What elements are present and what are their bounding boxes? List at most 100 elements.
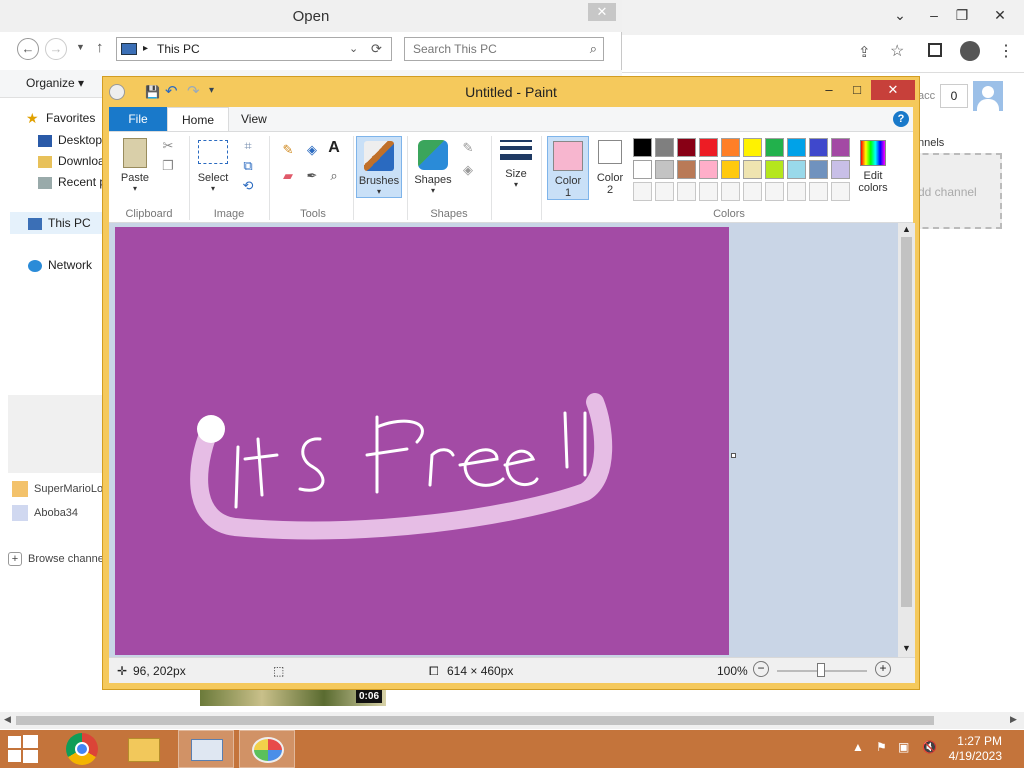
palette-swatch[interactable] — [765, 182, 784, 201]
palette-swatch[interactable] — [831, 138, 850, 157]
palette-swatch[interactable] — [721, 182, 740, 201]
palette-swatch[interactable] — [699, 182, 718, 201]
chevron-down-icon[interactable]: ⌄ — [884, 4, 916, 26]
scroll-left-icon[interactable]: ◀ — [4, 714, 11, 725]
palette-swatch[interactable] — [831, 182, 850, 201]
palette-swatch[interactable] — [633, 182, 652, 201]
color1-button[interactable]: Color 1 — [547, 136, 589, 200]
taskbar-file-explorer[interactable] — [116, 730, 172, 768]
close-button[interactable]: ✕ — [871, 80, 915, 100]
resize-icon[interactable]: ⧉ — [239, 158, 257, 174]
tree-item-recent[interactable]: Recent places — [38, 175, 108, 189]
list-item[interactable]: SuperMarioLogan — [12, 481, 107, 497]
palette-swatch[interactable] — [743, 138, 762, 157]
zoom-out-button[interactable]: − — [753, 661, 769, 677]
palette-swatch[interactable] — [787, 138, 806, 157]
maximize-button[interactable]: □ — [843, 80, 871, 100]
palette-swatch[interactable] — [765, 138, 784, 157]
color-picker-icon[interactable]: ✒ — [303, 168, 321, 184]
up-button[interactable]: ↑ — [96, 39, 104, 56]
zoom-slider-thumb[interactable] — [817, 663, 825, 677]
palette-swatch[interactable] — [721, 160, 740, 179]
restore-button[interactable]: ❐ — [946, 4, 978, 26]
vertical-scrollbar[interactable]: ▲ ▼ — [898, 223, 915, 657]
clock[interactable]: 1:27 PM 4/19/2023 — [949, 734, 1002, 764]
fill-bucket-icon[interactable]: ◈ — [303, 142, 321, 158]
palette-swatch[interactable] — [699, 160, 718, 179]
rotate-icon[interactable]: ⟲ — [239, 178, 257, 194]
shapes-button[interactable]: Shapes ▾ — [413, 140, 453, 195]
palette-swatch[interactable] — [809, 160, 828, 179]
horizontal-scrollbar[interactable]: ◀ ▶ — [0, 712, 1024, 729]
palette-swatch[interactable] — [655, 138, 674, 157]
search-input[interactable]: Search This PC ⌕ — [404, 37, 604, 61]
select-button[interactable]: Select ▾ — [193, 140, 233, 193]
crop-icon[interactable]: ⌗ — [239, 138, 257, 154]
palette-swatch[interactable] — [721, 138, 740, 157]
outline-icon[interactable]: ✎ — [459, 140, 477, 156]
palette-swatch[interactable] — [677, 138, 696, 157]
palette-swatch[interactable] — [677, 160, 696, 179]
resize-handle[interactable] — [731, 453, 736, 458]
tree-item-network[interactable]: Network — [28, 258, 92, 272]
tab-home[interactable]: Home — [167, 107, 230, 131]
show-hidden-icons[interactable]: ▲ — [852, 740, 864, 754]
kebab-menu-icon[interactable]: ⋮ — [998, 41, 1014, 61]
start-button[interactable] — [8, 735, 38, 763]
scroll-up-icon[interactable]: ▲ — [902, 224, 911, 234]
palette-swatch[interactable] — [743, 160, 762, 179]
network-icon[interactable]: ▣ — [898, 740, 909, 754]
recent-dropdown-icon[interactable]: ▼ — [76, 42, 85, 52]
volume-muted-icon[interactable]: 🔇 — [922, 740, 937, 754]
eraser-icon[interactable]: ▰ — [279, 168, 297, 184]
palette-swatch[interactable] — [809, 138, 828, 157]
magnifier-icon[interactable]: ⌕ — [325, 168, 343, 184]
minimize-button[interactable]: – — [815, 80, 843, 100]
paste-button[interactable]: Paste ▾ — [117, 138, 153, 193]
tree-item-this-pc[interactable]: This PC — [28, 216, 91, 230]
address-bar[interactable]: ▸ This PC ⌄ ⟳ — [116, 37, 392, 61]
back-button[interactable]: ← — [17, 38, 39, 60]
color2-button[interactable]: Color 2 — [593, 140, 627, 196]
tree-item-downloads[interactable]: Downloads — [38, 154, 108, 168]
organize-button[interactable]: Organize ▾ — [26, 76, 84, 90]
help-icon[interactable]: ? — [893, 111, 909, 127]
action-center-flag-icon[interactable]: ⚑ — [876, 740, 887, 754]
fill-icon[interactable]: ◈ — [459, 162, 477, 178]
palette-swatch[interactable] — [633, 138, 652, 157]
palette-swatch[interactable] — [809, 182, 828, 201]
palette-swatch[interactable] — [831, 160, 850, 179]
palette-swatch[interactable] — [655, 182, 674, 201]
avatar[interactable] — [973, 81, 1003, 111]
cut-icon[interactable]: ✂ — [159, 138, 177, 154]
video-thumbnail[interactable]: 0:06 — [200, 688, 386, 706]
taskbar-paint[interactable] — [239, 730, 295, 768]
edit-colors-button[interactable]: Edit colors — [853, 140, 893, 194]
scroll-thumb[interactable] — [901, 237, 912, 607]
chevron-down-icon[interactable]: ⌄ — [349, 42, 358, 55]
list-item[interactable]: Aboba34 — [12, 505, 107, 521]
taskbar-chrome[interactable] — [54, 730, 110, 768]
palette-swatch[interactable] — [765, 160, 784, 179]
bookmark-star-icon[interactable]: ☆ — [890, 41, 904, 61]
copy-icon[interactable]: ❐ — [159, 158, 177, 174]
tab-view[interactable]: View — [227, 107, 281, 131]
share-icon[interactable]: ⇪ — [858, 43, 871, 61]
add-channel-button[interactable]: dd channel — [912, 153, 1002, 229]
sidepanel-icon[interactable] — [928, 43, 942, 57]
refresh-icon[interactable]: ⟳ — [371, 41, 382, 57]
drawing-canvas[interactable] — [115, 227, 729, 655]
brushes-button[interactable]: Brushes ▾ — [356, 136, 402, 198]
scroll-thumb[interactable] — [16, 716, 934, 725]
browse-channels-link[interactable]: + Browse channels — [8, 552, 108, 566]
close-button[interactable]: ✕ — [588, 3, 616, 21]
palette-swatch[interactable] — [655, 160, 674, 179]
tab-file[interactable]: File — [109, 107, 167, 131]
size-button[interactable]: Size ▾ — [497, 140, 535, 189]
scroll-down-icon[interactable]: ▼ — [902, 643, 911, 653]
pencil-icon[interactable]: ✎ — [279, 142, 297, 158]
forward-button[interactable]: → — [45, 38, 67, 60]
tree-item-desktop[interactable]: Desktop — [38, 133, 102, 147]
taskbar-open-dialog[interactable] — [178, 730, 234, 768]
text-icon[interactable]: A — [325, 140, 343, 156]
